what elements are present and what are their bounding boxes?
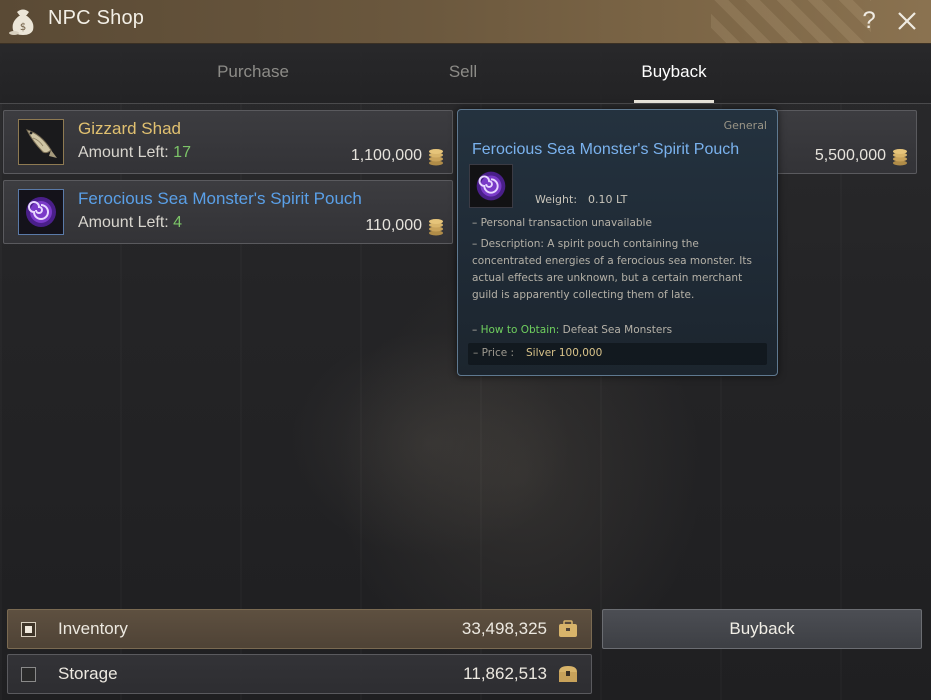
inventory-silver: 33,498,325	[461, 619, 547, 638]
amount-value: 4	[173, 214, 183, 231]
tooltip-price-bar: – Price : Silver 100,000	[468, 343, 767, 365]
item-name: Gizzard Shad	[78, 119, 181, 138]
amount-left: Amount Left: 17	[78, 144, 191, 162]
inventory-bag-icon	[559, 620, 577, 637]
tooltip-obtain-label: How to Obtain:	[480, 324, 560, 336]
shop-tabs: Purchase Sell Buyback	[0, 44, 931, 104]
help-button[interactable]: ?	[858, 6, 880, 36]
amount-label: Amount Left:	[78, 144, 169, 161]
buyback-item-spirit-pouch[interactable]: Ferocious Sea Monster's Spirit Pouch Amo…	[3, 180, 453, 244]
item-price: 1,100,000	[350, 147, 422, 164]
tab-sell[interactable]: Sell	[403, 62, 523, 86]
tooltip-description: – Description: A spirit pouch containing…	[472, 238, 752, 301]
amount-label: Amount Left:	[78, 214, 169, 231]
tooltip-price-value: Silver 100,000	[526, 347, 603, 359]
active-tab-indicator	[634, 100, 714, 103]
storage-source-row[interactable]: Storage 11,862,513	[7, 654, 592, 694]
spirit-pouch-icon	[19, 190, 63, 234]
item-slot	[18, 189, 64, 235]
tooltip-weight-value: 0.10 LT	[588, 193, 628, 206]
title-bar[interactable]: $ NPC Shop ?	[0, 0, 931, 44]
tooltip-obtain-value: Defeat Sea Monsters	[562, 324, 673, 336]
money-bag-icon: $	[9, 9, 34, 35]
item-price: 110,000	[365, 217, 422, 234]
tooltip-category: General	[723, 119, 767, 132]
inventory-source-row[interactable]: Inventory 33,498,325	[7, 609, 592, 649]
tooltip-title: Ferocious Sea Monster's Spirit Pouch	[472, 141, 740, 158]
tooltip-obtain: – How to Obtain: Defeat Sea Monsters	[472, 324, 673, 336]
inventory-label: Inventory	[58, 619, 128, 638]
amount-value: 17	[173, 144, 191, 161]
spirit-pouch-icon	[476, 171, 506, 201]
title-bar-decoration	[711, 0, 871, 43]
silver-coin-icon	[429, 219, 443, 236]
tooltip-item-icon	[469, 164, 513, 208]
tooltip-price-label: – Price :	[473, 347, 515, 359]
storage-label: Storage	[58, 664, 118, 683]
svg-text:$: $	[20, 22, 26, 33]
silver-coin-icon	[429, 149, 443, 166]
amount-left: Amount Left: 4	[78, 214, 182, 232]
buyback-button[interactable]: Buyback	[602, 609, 922, 649]
buyback-item-gizzard-shad[interactable]: Gizzard Shad Amount Left: 17 1,100,000	[3, 110, 453, 174]
storage-chest-icon	[559, 666, 577, 682]
inventory-checkbox[interactable]	[21, 622, 36, 637]
tab-purchase[interactable]: Purchase	[193, 62, 313, 86]
silver-coin-icon	[893, 149, 907, 166]
tooltip-weight-label: Weight:	[535, 193, 578, 206]
close-icon[interactable]	[894, 8, 920, 34]
fish-icon	[19, 120, 63, 164]
item-slot	[18, 119, 64, 165]
tab-buyback[interactable]: Buyback	[614, 62, 734, 86]
item-tooltip: General Ferocious Sea Monster's Spirit P…	[457, 109, 778, 376]
tooltip-transaction: – Personal transaction unavailable	[472, 217, 652, 229]
storage-silver: 11,862,513	[463, 664, 547, 683]
item-price: 5,500,000	[814, 147, 886, 164]
window-title: NPC Shop	[48, 7, 145, 29]
item-name: Ferocious Sea Monster's Spirit Pouch	[78, 189, 362, 208]
storage-checkbox[interactable]	[21, 667, 36, 682]
